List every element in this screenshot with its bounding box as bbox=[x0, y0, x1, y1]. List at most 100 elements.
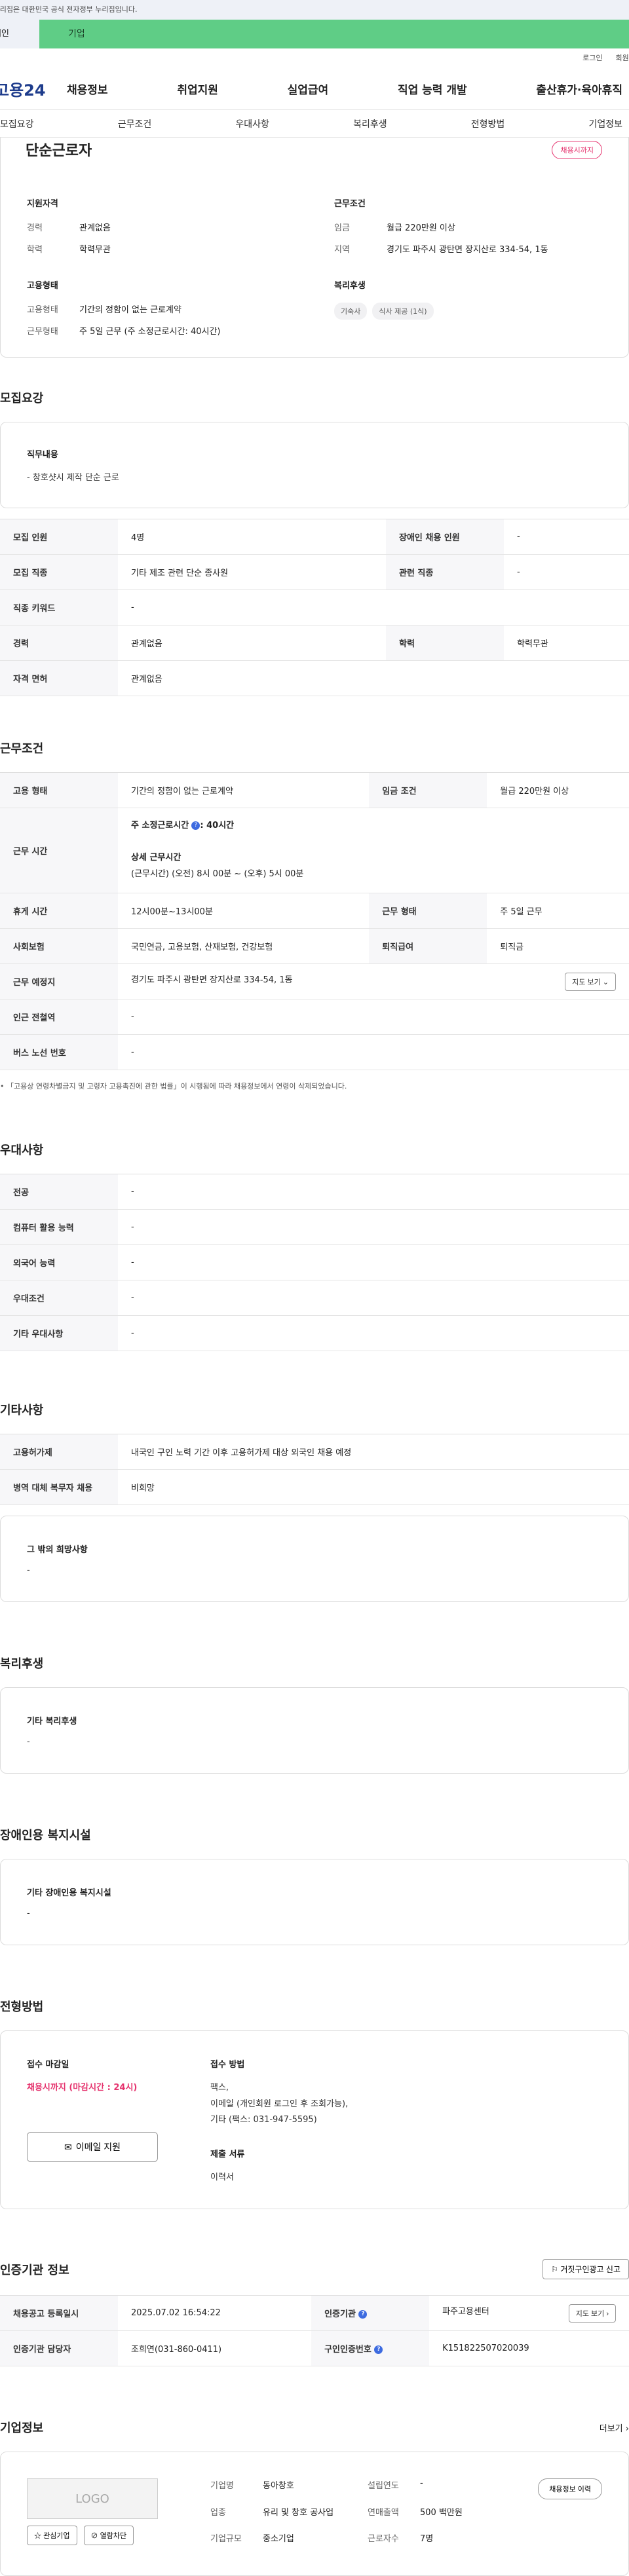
deadline-label: 접수 마감일 bbox=[27, 2060, 69, 2070]
row-value: 퇴직금 bbox=[487, 928, 629, 964]
section-subnav: 모집요강 근무조건 우대사항 복리후생 전형방법 기업정보 bbox=[0, 110, 629, 138]
info-icon[interactable]: ? bbox=[374, 2345, 383, 2355]
table-row: 전공 - bbox=[0, 1174, 629, 1210]
company-header: 기업정보 더보기 › bbox=[0, 2419, 629, 2436]
subnav-company[interactable]: 기업정보 bbox=[588, 117, 622, 130]
row-label: 외국어 능력 bbox=[0, 1244, 118, 1280]
row-label: 퇴직급여 bbox=[369, 928, 487, 964]
row-value: 학력무관 bbox=[503, 625, 629, 661]
subnav-process[interactable]: 전형방법 bbox=[471, 117, 505, 130]
row-label: 모집 인원 bbox=[0, 519, 118, 555]
method-label: 접수 방법 bbox=[210, 2060, 245, 2070]
row-label: 관련 직종 bbox=[385, 554, 504, 590]
disabled-label: 기타 장애인용 복지시설 bbox=[27, 1888, 111, 1898]
emp-form-value: 주 5일 근무 (주 소정근로시간: 40시간) bbox=[79, 327, 221, 337]
job-title: 단순근로자 bbox=[26, 143, 92, 159]
row-label: 근무 시간 bbox=[0, 808, 118, 893]
map-view-label: 지도 보기 bbox=[572, 978, 601, 986]
company-name-value: 동아창호 bbox=[263, 2481, 294, 2492]
industry-label: 업종 bbox=[210, 2507, 226, 2518]
signup-link[interactable]: 회원가입 bbox=[616, 48, 629, 68]
method-line: 팩스, bbox=[210, 2083, 229, 2093]
chevron-right-icon: › bbox=[606, 2309, 609, 2318]
company-logo: LOGO bbox=[27, 2478, 158, 2520]
docs-value: 이력서 bbox=[210, 2173, 234, 2183]
org-label: 인증기관 bbox=[324, 2309, 356, 2320]
employees-label: 근로자수 bbox=[368, 2534, 399, 2545]
row-label: 컴퓨터 활용 능력 bbox=[0, 1209, 118, 1245]
table-row: 모집 인원 4명 장애인 채용 인원 - bbox=[0, 519, 629, 555]
qualification-block: 지원자격 경력 관계없음 학력 학력무관 bbox=[27, 196, 295, 264]
info-icon[interactable]: ? bbox=[191, 821, 200, 831]
pref-table: 전공 - 컴퓨터 활용 능력 - 외국어 능력 - 우대조건 - 기타 우대사항 - bbox=[0, 1174, 629, 1351]
tab-personal[interactable]: 개인 bbox=[0, 20, 39, 48]
cert-no-label: 구인인증번호 bbox=[324, 2345, 372, 2355]
company-info: 기업명 동아창호 설립연도 - 업종 유리 및 창호 공사업 연매출액 500 … bbox=[210, 2478, 499, 2549]
method-line: 이메일 (개인회원 로그인 후 조회가능), bbox=[210, 2099, 349, 2109]
tab-company[interactable]: 기업 bbox=[39, 20, 629, 48]
report-fake-ad-button[interactable]: ⚐ 거짓구인광고 신고 bbox=[543, 2259, 629, 2280]
hours-week-value: : 40시간 bbox=[200, 821, 235, 831]
work-heading: 근무조건 bbox=[0, 742, 44, 756]
gnb-item-leave[interactable]: 출산휴가·육아휴직 bbox=[536, 81, 622, 97]
disabled-box: 기타 장애인용 복지시설 - bbox=[0, 1859, 629, 1945]
subnav-welfare[interactable]: 복리후생 bbox=[353, 117, 387, 130]
condition-heading: 근무조건 bbox=[334, 199, 366, 209]
chevron-down-icon: ⌄ bbox=[602, 978, 609, 986]
member-type-tabs: 개인 기업 bbox=[0, 20, 629, 48]
table-row: 고용허가제 내국인 구인 노력 기간 이후 고용허가제 대상 외국인 채용 예정 bbox=[0, 1434, 629, 1470]
welfare-chip: 식사 제공 (1식) bbox=[372, 303, 434, 320]
deadline-badge: 채용시까지 bbox=[552, 141, 602, 159]
company-name-label: 기업명 bbox=[210, 2481, 234, 2492]
table-row: 우대조건 - bbox=[0, 1280, 629, 1316]
map-view-button[interactable]: 지도 보기 ⌄ bbox=[565, 972, 616, 991]
welfare-summary-heading: 복리후생 bbox=[334, 281, 366, 291]
docs-label: 제출 서류 bbox=[210, 2150, 245, 2160]
recruit-table: 모집 인원 4명 장애인 채용 인원 - 모집 직종 기타 제조 관련 단순 종… bbox=[0, 519, 629, 696]
table-row: 경력 관계없음 학력 학력무관 bbox=[0, 625, 629, 661]
hours-week-label: 주 소정근로시간 bbox=[131, 821, 189, 831]
row-value: - bbox=[118, 1315, 629, 1351]
subnav-work[interactable]: 근무조건 bbox=[118, 117, 152, 130]
more-link[interactable]: 더보기 › bbox=[600, 2421, 629, 2434]
block-view-button[interactable]: ⊘ 열람차단 bbox=[83, 2526, 134, 2546]
gnb-item-jobs[interactable]: 채용정보 bbox=[67, 81, 108, 97]
cond-wage-label: 임금 bbox=[334, 223, 350, 233]
gnb-item-training[interactable]: 직업 능력 개발 bbox=[398, 81, 467, 97]
welfare-value: - bbox=[27, 1737, 30, 1747]
row-value: 비희망 bbox=[118, 1469, 629, 1505]
row-value: - bbox=[118, 1280, 629, 1316]
agency-map-button[interactable]: 지도 보기 › bbox=[568, 2304, 616, 2323]
other-wish-value: - bbox=[27, 1565, 30, 1575]
gov-banner: 이 누리집은 대한민국 공식 전자정부 누리집입니다. bbox=[0, 0, 629, 20]
subnav-pref[interactable]: 우대사항 bbox=[235, 117, 269, 130]
row-label: 고용허가제 bbox=[0, 1434, 118, 1470]
gnb-item-benefits[interactable]: 실업급여 bbox=[288, 81, 329, 97]
row-label: 병역 대체 복무자 채용 bbox=[0, 1469, 118, 1505]
email-apply-button[interactable]: ✉ 이메일 지원 bbox=[27, 2132, 158, 2162]
row-value: - bbox=[118, 999, 629, 1035]
size-value: 중소기업 bbox=[263, 2534, 294, 2545]
row-label: 전공 bbox=[0, 1174, 118, 1210]
disabled-value: - bbox=[27, 1909, 30, 1918]
job-history-button[interactable]: 채용정보 이력 bbox=[538, 2478, 602, 2500]
condition-block: 근무조건 임금 월급 220만원 이상 지역 경기도 파주시 광탄면 장지산로 33… bbox=[334, 196, 602, 264]
site-logo[interactable]: 고용24 bbox=[0, 77, 67, 100]
info-icon[interactable]: ? bbox=[358, 2310, 368, 2319]
login-link[interactable]: 로그인 bbox=[582, 48, 602, 68]
row-label: 학력 bbox=[385, 625, 504, 661]
gnb-item-support[interactable]: 취업지원 bbox=[177, 81, 218, 97]
table-row: 모집 직종 기타 제조 관련 단순 종사원 관련 직종 - bbox=[0, 554, 629, 590]
favorite-company-button[interactable]: ☆ 관심기업 bbox=[27, 2526, 77, 2546]
job-desc-value: - 창호샷시 제작 단순 근로 bbox=[27, 473, 119, 483]
hours-detail-value: (근무시간) (오전) 8시 00분 ~ (오후) 5시 00분 bbox=[131, 868, 304, 879]
row-label: 모집 직종 bbox=[0, 554, 118, 590]
agency-heading: 인증기관 정보 bbox=[0, 2263, 69, 2277]
row-label: 채용공고 등록일시 bbox=[0, 2295, 118, 2332]
star-icon: ☆ bbox=[34, 2532, 41, 2541]
row-value: 주 5일 근무 bbox=[487, 893, 629, 929]
subnav-recruit[interactable]: 모집요강 bbox=[0, 117, 34, 130]
map-view-label: 지도 보기 bbox=[575, 2309, 605, 2318]
row-value: 월급 220만원 이상 bbox=[487, 772, 629, 808]
other-wish-box: 그 밖의 희망사항 - bbox=[0, 1516, 629, 1602]
